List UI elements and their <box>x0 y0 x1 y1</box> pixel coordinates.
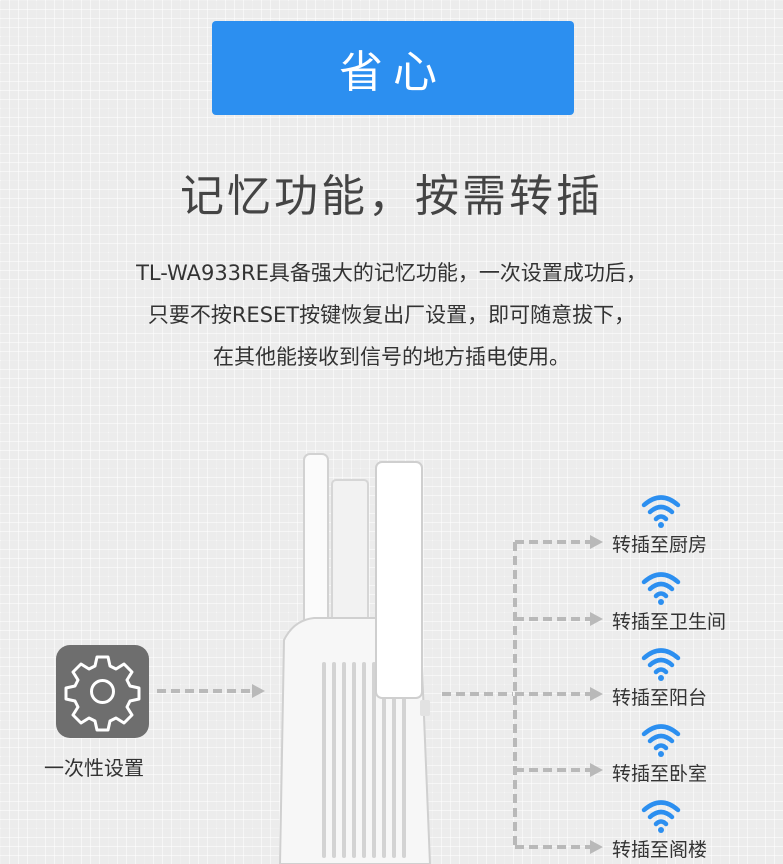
setup-arrowhead <box>252 684 265 698</box>
wifi-icon <box>641 495 681 528</box>
destination-kitchen: 转插至厨房 <box>612 534 708 556</box>
antenna-front <box>375 461 423 699</box>
destination-bedroom: 转插至卧室 <box>612 763 708 785</box>
arrowhead-balcony <box>590 687 603 701</box>
arrowhead-bedroom <box>590 763 603 777</box>
wifi-icon <box>641 800 681 833</box>
destination-bathroom: 转插至卫生间 <box>612 611 727 633</box>
wifi-icon <box>641 572 681 605</box>
destination-balcony: 转插至阳台 <box>612 687 708 709</box>
antenna-hinge <box>420 700 430 716</box>
wifi-icon <box>641 648 681 681</box>
arrowhead-bathroom <box>590 612 603 626</box>
destination-attic: 转插至阁楼 <box>612 839 708 861</box>
arrowhead-attic <box>590 840 603 854</box>
arrowhead-kitchen <box>590 535 603 549</box>
range-extender-device <box>278 453 432 864</box>
wifi-icon <box>641 724 681 757</box>
